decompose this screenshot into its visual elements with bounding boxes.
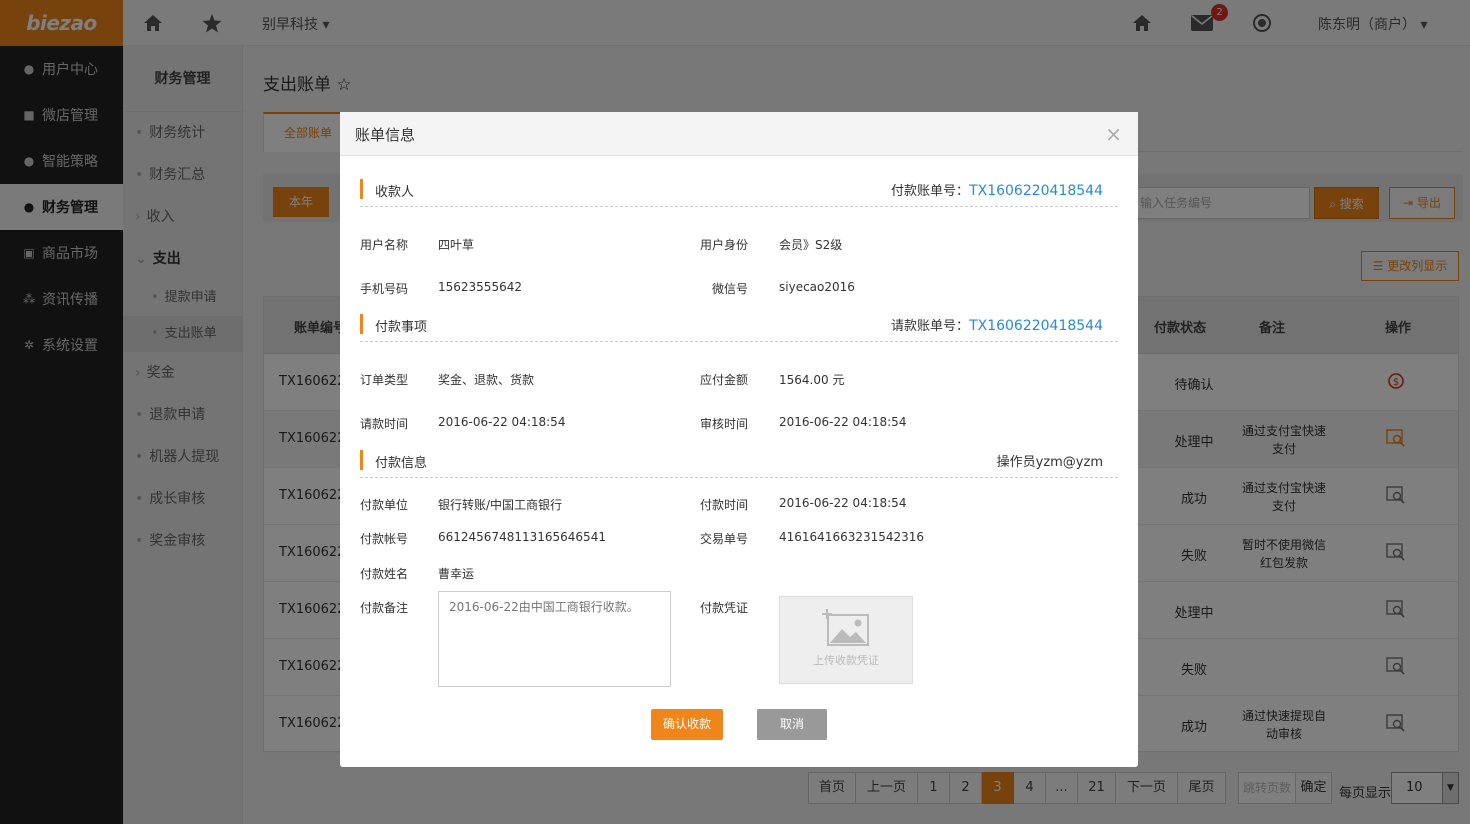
request-bill-no-link[interactable]: TX1606220418544 [969, 318, 1103, 334]
modal-header: 账单信息 × [340, 112, 1138, 156]
section-accent-bar [360, 314, 363, 334]
pay-time-label: 付款时间 [700, 498, 749, 512]
user-name-label: 用户名称 [360, 238, 409, 252]
confirm-receipt-button[interactable]: 确认收款 [651, 709, 723, 740]
remark-label: 付款备注 [360, 601, 409, 615]
phone-label: 手机号码 [360, 282, 409, 296]
voucher-label: 付款凭证 [700, 601, 749, 615]
upload-label: 上传收款凭证 [813, 654, 879, 667]
payer-name-label: 付款姓名 [360, 567, 409, 581]
user-name-value: 四叶草 [438, 238, 475, 252]
cancel-button[interactable]: 取消 [757, 709, 827, 740]
remark-textarea[interactable] [438, 591, 671, 687]
phone-value: 15623555642 [438, 280, 522, 294]
pay-account-label: 付款帐号 [360, 532, 409, 546]
payment-bill-no: 付款账单号：TX1606220418544 [891, 180, 1103, 199]
pay-account-value: 6612456748113165646541 [438, 530, 606, 544]
section-title: 付款事项 [375, 320, 428, 335]
request-time-label: 请款时间 [360, 417, 409, 431]
pay-unit-label: 付款单位 [360, 498, 409, 512]
identity-value: 会员》S2级 [779, 238, 843, 252]
section-accent-bar [360, 179, 363, 199]
payment-section-header: 付款信息 操作员yzm@yzm [360, 448, 1118, 478]
close-icon[interactable]: × [1105, 122, 1122, 146]
request-bill-no: 请款账单号：TX1606220418544 [891, 315, 1103, 334]
audit-time-value: 2016-06-22 04:18:54 [779, 415, 907, 429]
trade-no-label: 交易单号 [700, 532, 749, 546]
pay-unit-value: 银行转账/中国工商银行 [438, 498, 563, 512]
request-bill-no-label: 请款账单号： [891, 319, 970, 334]
audit-time-label: 审核时间 [700, 417, 749, 431]
pay-time-value: 2016-06-22 04:18:54 [779, 496, 907, 510]
request-time-value: 2016-06-22 04:18:54 [438, 415, 566, 429]
image-upload-icon [822, 609, 869, 646]
identity-label: 用户身份 [700, 238, 749, 252]
section-title: 付款信息 [375, 456, 428, 471]
modal-title: 账单信息 [355, 126, 416, 144]
payer-name-value: 曹幸运 [438, 567, 475, 581]
section-accent-bar [360, 450, 363, 470]
order-type-label: 订单类型 [360, 373, 409, 387]
section-title: 收款人 [375, 185, 415, 200]
upload-voucher[interactable]: 上传收款凭证 [779, 596, 913, 684]
request-section-header: 付款事项 请款账单号：TX1606220418544 [360, 312, 1118, 342]
bill-info-modal: 账单信息 × 收款人 付款账单号：TX1606220418544 用户名称 四叶… [340, 112, 1138, 767]
operator-text: 操作员yzm@yzm [996, 455, 1103, 470]
payment-bill-no-label: 付款账单号： [891, 184, 970, 199]
wechat-value: siyecao2016 [779, 280, 855, 294]
amount-value: 1564.00 元 [779, 373, 845, 387]
wechat-label: 微信号 [712, 282, 749, 296]
order-type-value: 奖金、退款、货款 [438, 373, 535, 387]
payee-section-header: 收款人 付款账单号：TX1606220418544 [360, 177, 1118, 207]
payment-bill-no-link[interactable]: TX1606220418544 [969, 183, 1103, 199]
trade-no-value: 4161641663231542316 [779, 530, 925, 544]
amount-label: 应付金额 [700, 373, 749, 387]
